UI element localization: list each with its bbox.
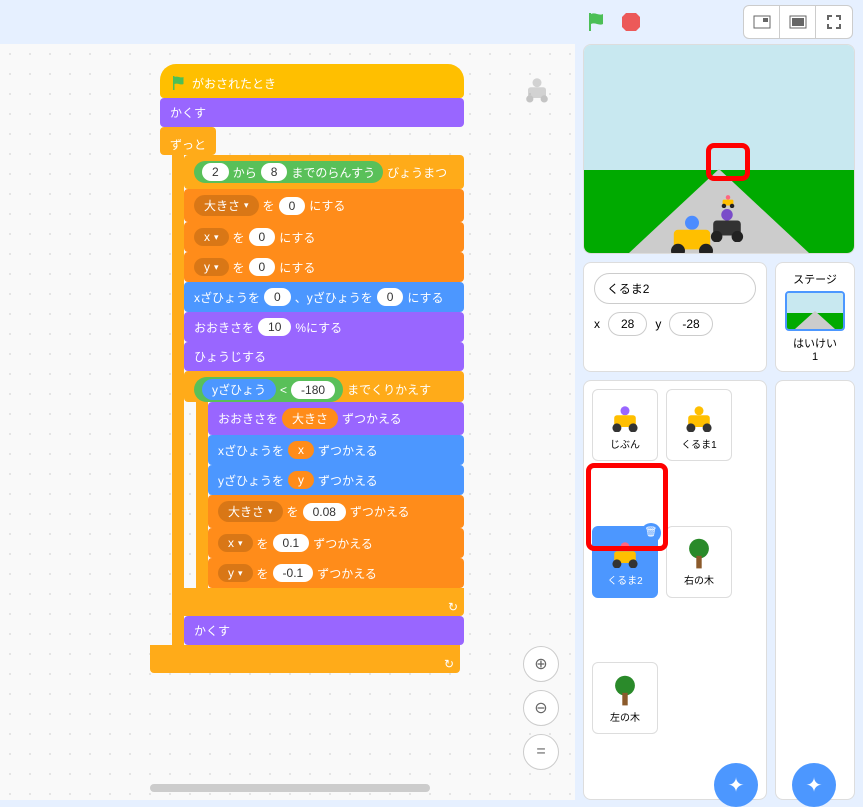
hide-block[interactable]: かくす [160, 98, 464, 127]
green-flag-button[interactable] [585, 10, 609, 34]
zoom-controls: ⊕ ⊖ = [523, 646, 559, 770]
goto-xy-block[interactable]: xざひょうを 0 、yざひょうを 0 にする [184, 282, 464, 312]
sprite-name-label: 左の木 [610, 709, 640, 724]
stage-list-panel: ✦ [775, 380, 855, 800]
stage-sprite-car1[interactable] [664, 212, 720, 254]
hide-block[interactable]: かくす [184, 616, 464, 645]
var-dropdown[interactable]: y [218, 564, 253, 582]
number-input[interactable]: 8 [261, 163, 288, 181]
set-var-block[interactable]: x を 0 にする [184, 222, 464, 252]
sprite-thumb-icon [605, 673, 645, 709]
when-flag-clicked-block[interactable]: がおされたとき [160, 64, 464, 98]
block-label: がおされたとき [192, 75, 276, 92]
number-input[interactable]: 0 [279, 197, 306, 215]
block-label: ずっと [170, 136, 206, 153]
change-size-block[interactable]: おおきさを 大きさ ずつかえる [208, 402, 464, 435]
small-stage-button[interactable] [744, 6, 780, 38]
sprite-item-じぶん[interactable]: じぶん [592, 389, 658, 461]
x-label: x [594, 317, 600, 331]
y-label: y [655, 317, 661, 331]
sprite-item-くるま1[interactable]: くるま1 [666, 389, 732, 461]
scripts-area[interactable]: がおされたとき かくす ずっと 2 から 8 までのらんすう びょうまつ 大きさ [0, 44, 575, 800]
sprite-name-label: くるま1 [681, 436, 716, 451]
sprite-item-右の木[interactable]: 右の木 [666, 526, 732, 598]
sprite-watermark-icon [519, 74, 555, 111]
stage-thumbnail[interactable] [785, 291, 845, 331]
show-block[interactable]: ひょうじする [184, 342, 464, 371]
sprite-list: じぶんくるま1くるま2🗑✦ 右の木左の木 [583, 380, 767, 800]
change-var-block[interactable]: x を 0.1 ずつかえる [208, 528, 464, 558]
number-input[interactable]: 0 [264, 288, 291, 306]
set-size-block[interactable]: おおきさを 10 %にする [184, 312, 464, 342]
sprite-item-左の木[interactable]: 左の木 [592, 662, 658, 734]
number-input[interactable]: -180 [291, 381, 335, 399]
var-dropdown[interactable]: x [218, 534, 253, 552]
var-reporter[interactable]: 大きさ [282, 408, 338, 429]
number-input[interactable]: 0 [249, 258, 276, 276]
number-input[interactable]: -0.1 [273, 564, 314, 582]
sprite-thumb-icon [679, 536, 719, 572]
set-var-block[interactable]: 大きさ を 0 にする [184, 189, 464, 222]
number-input[interactable]: 10 [258, 318, 291, 336]
var-reporter[interactable]: x [288, 441, 314, 459]
var-dropdown[interactable]: 大きさ [218, 501, 283, 522]
large-stage-button[interactable] [780, 6, 816, 38]
add-sprite-button[interactable]: ✦ [714, 763, 758, 807]
stop-button[interactable] [619, 10, 643, 34]
zoom-reset-button[interactable]: = [523, 734, 559, 770]
number-input[interactable]: 2 [202, 163, 229, 181]
sprite-name-input[interactable]: くるま2 [594, 273, 756, 304]
zoom-in-button[interactable]: ⊕ [523, 646, 559, 682]
stage-selector-panel[interactable]: ステージ はいけい 1 [775, 262, 855, 372]
highlight-box-sprite [586, 463, 668, 551]
sprite-thumb-icon [679, 400, 719, 436]
number-input[interactable]: 0 [249, 228, 276, 246]
less-than-operator[interactable]: yざひょう < -180 [194, 377, 343, 402]
number-input[interactable]: 0.08 [303, 503, 346, 521]
horizontal-scrollbar[interactable] [150, 784, 430, 792]
fullscreen-button[interactable] [816, 6, 852, 38]
highlight-box-stage [706, 143, 750, 181]
wait-block[interactable]: 2 から 8 までのらんすう びょうまつ [184, 155, 464, 189]
sprite-name-label: 右の木 [684, 572, 714, 587]
y-input[interactable]: -28 [669, 312, 712, 336]
flag-icon [170, 74, 188, 92]
backdrop-count: 1 [784, 351, 846, 363]
repeat-end: ↻ [174, 588, 464, 616]
loop-arrow-icon: ↻ [444, 657, 454, 671]
x-input[interactable]: 28 [608, 312, 647, 336]
repeat-until-block[interactable]: yざひょう < -180 までくりかえす [184, 371, 464, 402]
backdrop-label: はいけい [784, 335, 846, 351]
change-x-block[interactable]: xざひょうを x ずつかえる [208, 435, 464, 465]
add-backdrop-button[interactable]: ✦ [792, 763, 836, 807]
zoom-out-button[interactable]: ⊖ [523, 690, 559, 726]
sprite-thumb-icon [605, 400, 645, 436]
random-operator[interactable]: 2 から 8 までのらんすう [194, 161, 383, 183]
ypos-reporter[interactable]: yざひょう [202, 379, 276, 400]
block-label: かくす [170, 104, 206, 121]
forever-end: ↻ [150, 645, 460, 673]
change-y-block[interactable]: yざひょうを y ずつかえる [208, 465, 464, 495]
block-label: びょうまつ [387, 164, 447, 181]
var-dropdown[interactable]: x [194, 228, 229, 246]
number-input[interactable]: 0 [377, 288, 404, 306]
change-var-block[interactable]: y を -0.1 ずつかえる [208, 558, 464, 588]
var-dropdown[interactable]: y [194, 258, 229, 276]
view-mode-controls [743, 5, 853, 39]
forever-block[interactable]: ずっと [160, 127, 216, 155]
var-dropdown[interactable]: 大きさ [194, 195, 259, 216]
script-stack[interactable]: がおされたとき かくす ずっと 2 から 8 までのらんすう びょうまつ 大きさ [160, 64, 464, 673]
change-var-block[interactable]: 大きさ を 0.08 ずつかえる [208, 495, 464, 528]
stage[interactable] [583, 44, 855, 254]
number-input[interactable]: 0.1 [273, 534, 310, 552]
loop-arrow-icon: ↻ [448, 600, 458, 614]
stage-sprite-car2[interactable] [719, 194, 737, 211]
sprite-name-label: じぶん [610, 436, 640, 451]
stage-label: ステージ [784, 271, 846, 287]
sprite-name-label: くるま2 [607, 572, 642, 587]
var-reporter[interactable]: y [288, 471, 314, 489]
sprite-info-panel: くるま2 x 28 y -28 [583, 262, 767, 372]
set-var-block[interactable]: y を 0 にする [184, 252, 464, 282]
topbar [0, 0, 863, 44]
